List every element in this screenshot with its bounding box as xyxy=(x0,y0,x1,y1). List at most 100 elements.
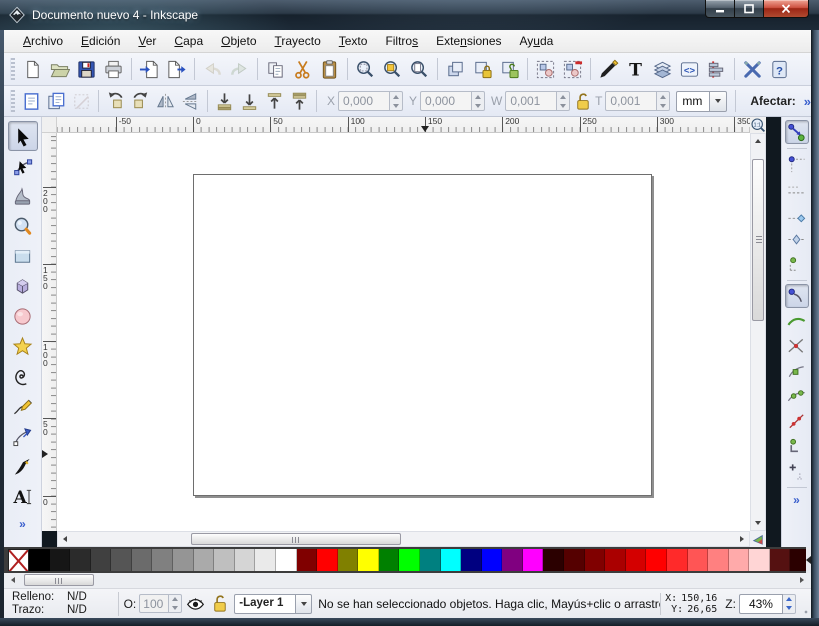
fill-stroke-indicator[interactable]: Relleno: N/D Trazo: N/D xyxy=(4,591,113,617)
height-field[interactable]: 0,001 xyxy=(605,91,657,111)
palette-swatch[interactable] xyxy=(29,549,50,571)
layers-dialog-button[interactable] xyxy=(649,56,676,83)
selector-tool[interactable] xyxy=(8,121,38,151)
vertical-ruler[interactable]: 2 0 01 5 01 0 05 00 xyxy=(42,133,57,531)
menu-extensiones[interactable]: Extensiones xyxy=(427,31,510,51)
palette-scroll-thumb[interactable] xyxy=(24,574,94,586)
vertical-scroll-thumb[interactable] xyxy=(752,159,764,321)
spiral-tool[interactable] xyxy=(8,361,38,391)
raise-button[interactable] xyxy=(262,89,287,114)
snap-toggle-button[interactable] xyxy=(785,120,809,144)
snap-nodes-button[interactable] xyxy=(785,284,809,308)
about-help-button[interactable]: ? xyxy=(766,56,793,83)
palette-swatch[interactable] xyxy=(111,549,132,571)
palette-swatch[interactable] xyxy=(152,549,173,571)
palette-swatch[interactable] xyxy=(646,549,667,571)
palette-swatch[interactable] xyxy=(297,549,318,571)
star-tool[interactable] xyxy=(8,331,38,361)
palette-swatch[interactable] xyxy=(502,549,523,571)
height-spinner[interactable] xyxy=(657,91,670,111)
toolbar-overflow-chevron[interactable]: » xyxy=(804,94,811,109)
vertical-scrollbar[interactable] xyxy=(750,133,766,531)
palette-swatch[interactable] xyxy=(749,549,770,571)
palette-swatch[interactable] xyxy=(461,549,482,571)
box3d-tool[interactable] xyxy=(8,271,38,301)
ungroup-button[interactable] xyxy=(559,56,586,83)
snap-bbox-edges-button[interactable] xyxy=(785,177,809,201)
layer-select[interactable]: -Layer 1 xyxy=(234,594,312,614)
palette-swatch[interactable] xyxy=(173,549,194,571)
resize-grip[interactable] xyxy=(802,603,809,615)
palette-swatch[interactable] xyxy=(688,549,709,571)
horizontal-ruler[interactable]: -50050100150200250300350 xyxy=(57,117,750,133)
deselect-button[interactable] xyxy=(69,89,94,114)
layer-lock-button[interactable] xyxy=(209,593,230,615)
select-all-layers-button[interactable] xyxy=(44,89,69,114)
bezier-tool[interactable] xyxy=(8,421,38,451)
snap-smooth-nodes-button[interactable] xyxy=(785,384,809,408)
palette-swatch[interactable] xyxy=(317,549,338,571)
snap-cusp-nodes-button[interactable] xyxy=(785,359,809,383)
snap-rotation-center-button[interactable] xyxy=(785,459,809,483)
text-dialog-button[interactable]: T xyxy=(622,56,649,83)
snap-bbox-centers-button[interactable] xyxy=(785,252,809,276)
copy-button[interactable] xyxy=(262,56,289,83)
palette-swatch[interactable] xyxy=(729,549,750,571)
zoom-spinner[interactable] xyxy=(783,594,796,614)
palette-swatch[interactable] xyxy=(214,549,235,571)
menu-ver[interactable]: Ver xyxy=(129,31,165,51)
menu-edición[interactable]: Edición xyxy=(72,31,129,51)
layer-dropdown-button[interactable] xyxy=(296,594,312,614)
unit-select[interactable]: mm xyxy=(676,91,727,112)
palette-swatch[interactable] xyxy=(626,549,647,571)
opacity-field[interactable]: 100 xyxy=(139,594,169,613)
opacity-spinner[interactable] xyxy=(169,594,182,613)
unlink-clone-button[interactable] xyxy=(496,56,523,83)
import-button[interactable] xyxy=(136,56,163,83)
rect-tool[interactable] xyxy=(8,241,38,271)
group-button[interactable] xyxy=(532,56,559,83)
toolbar-grip[interactable] xyxy=(10,58,15,80)
palette-scrollbar[interactable] xyxy=(4,573,811,589)
toolbar-grip[interactable] xyxy=(10,90,15,112)
create-clone-button[interactable] xyxy=(469,56,496,83)
rotate-ccw-button[interactable] xyxy=(103,89,128,114)
zoom-field[interactable]: 43% xyxy=(739,594,783,614)
palette-swatch[interactable] xyxy=(543,549,564,571)
scroll-right-button[interactable] xyxy=(735,532,749,546)
scroll-left-button[interactable] xyxy=(58,532,72,546)
toolbox-overflow-button[interactable]: » xyxy=(19,517,26,531)
cut-button[interactable] xyxy=(289,56,316,83)
palette-swatch[interactable] xyxy=(564,549,585,571)
export-button[interactable] xyxy=(163,56,190,83)
snap-bbox-button[interactable] xyxy=(785,152,809,176)
zoom-tool[interactable] xyxy=(8,211,38,241)
lower-button[interactable] xyxy=(237,89,262,114)
save-document-button[interactable] xyxy=(73,56,100,83)
select-all-button[interactable] xyxy=(19,89,44,114)
scroll-down-button[interactable] xyxy=(751,516,765,530)
minimize-button[interactable] xyxy=(705,0,735,18)
zoom-selection-button[interactable] xyxy=(352,56,379,83)
scroll-up-button[interactable] xyxy=(751,134,765,148)
palette-scroll-left[interactable] xyxy=(6,573,20,587)
ellipse-tool[interactable] xyxy=(8,301,38,331)
preferences-button[interactable] xyxy=(739,56,766,83)
horizontal-scrollbar[interactable] xyxy=(57,531,750,547)
align-dialog-button[interactable] xyxy=(703,56,730,83)
snapbar-overflow-button[interactable]: » xyxy=(793,493,800,507)
open-document-button[interactable] xyxy=(46,56,73,83)
palette-swatch[interactable] xyxy=(338,549,359,571)
x-field[interactable]: 0,000 xyxy=(338,91,390,111)
palette-swatch[interactable] xyxy=(379,549,400,571)
horizontal-scroll-thumb[interactable] xyxy=(191,533,401,545)
undo-button[interactable] xyxy=(199,56,226,83)
new-document-button[interactable] xyxy=(19,56,46,83)
menu-archivo[interactable]: Archivo xyxy=(14,31,72,51)
palette-swatch[interactable] xyxy=(358,549,379,571)
lock-ratio-button[interactable] xyxy=(570,89,595,114)
maximize-button[interactable] xyxy=(735,0,763,18)
lower-to-bottom-button[interactable] xyxy=(212,89,237,114)
calligraphy-tool[interactable] xyxy=(8,451,38,481)
width-spinner[interactable] xyxy=(557,91,570,111)
